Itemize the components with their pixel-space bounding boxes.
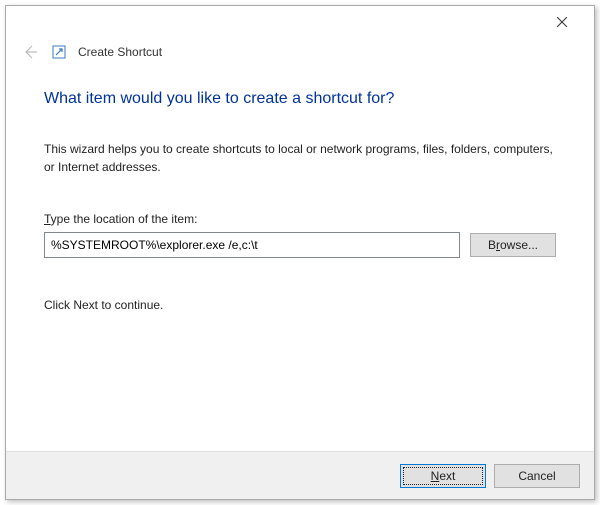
- input-row: Browse...: [44, 232, 556, 258]
- titlebar: [6, 6, 594, 38]
- description-text: This wizard helps you to create shortcut…: [44, 140, 556, 176]
- close-icon: [557, 17, 567, 27]
- close-button[interactable]: [542, 8, 582, 36]
- browse-button[interactable]: Browse...: [470, 233, 556, 257]
- back-arrow-icon: [22, 44, 38, 60]
- continue-text: Click Next to continue.: [44, 298, 556, 312]
- instruction-heading: What item would you like to create a sho…: [44, 90, 556, 108]
- shortcut-icon: [52, 45, 66, 59]
- back-button[interactable]: [20, 42, 40, 62]
- next-button[interactable]: Next: [400, 464, 486, 488]
- cancel-button[interactable]: Cancel: [494, 464, 580, 488]
- footer: Next Cancel: [6, 451, 594, 499]
- header-row: Create Shortcut: [6, 38, 594, 72]
- content-area: What item would you like to create a sho…: [6, 72, 594, 312]
- dialog-title: Create Shortcut: [78, 45, 162, 59]
- location-input[interactable]: [44, 232, 460, 258]
- create-shortcut-dialog: Create Shortcut What item would you like…: [5, 5, 595, 500]
- location-label: Type the location of the item:: [44, 212, 556, 226]
